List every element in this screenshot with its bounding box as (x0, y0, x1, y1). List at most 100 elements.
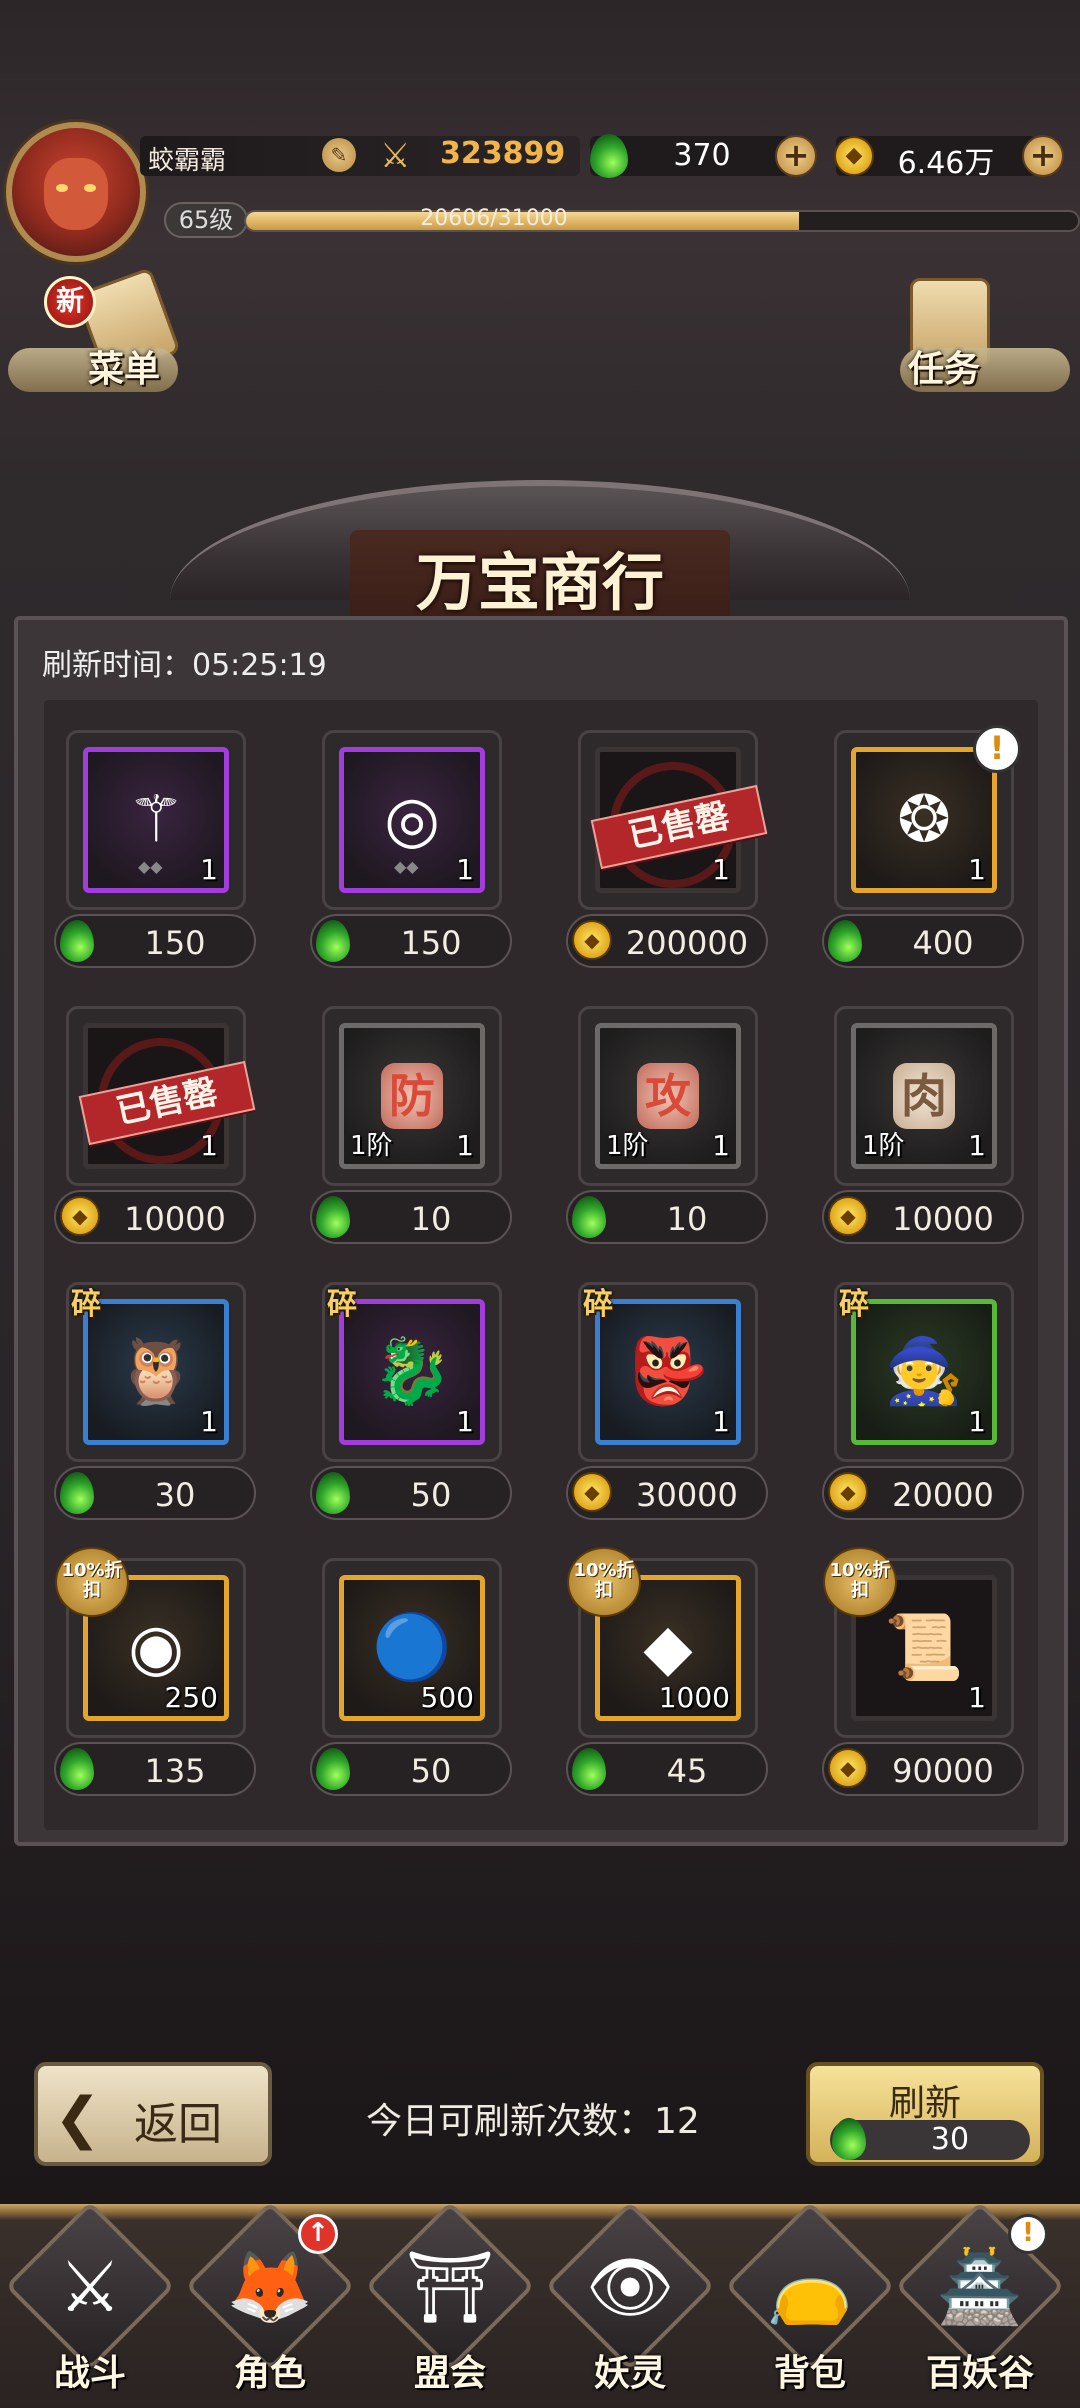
refresh-button[interactable]: 刷新 30 (806, 2062, 1044, 2166)
fragment-tag: 碎 (71, 1287, 101, 1322)
item-frame: ❂ 1 (851, 747, 997, 893)
jade-drop-shape (572, 1748, 606, 1790)
back-button[interactable]: ❮ 返回 (34, 2062, 272, 2166)
white-orb-icon: ◉ (128, 1611, 184, 1685)
item-price: 45 (666, 1752, 708, 1790)
jade-drop-shape (316, 920, 350, 962)
shop-item-attack-stone[interactable]: 攻 1 1阶 (578, 1006, 758, 1186)
item-quantity: 1 (968, 1129, 986, 1162)
discount-badge: 10%折扣 (823, 1547, 897, 1617)
attack-stone-icon: 攻 (637, 1063, 699, 1129)
item-price: 50 (410, 1752, 452, 1790)
gold-coin-icon: ◆ (828, 1472, 868, 1512)
item-price-tag[interactable]: 10 (310, 1190, 512, 1244)
item-price-tag[interactable]: ◆ 90000 (822, 1742, 1024, 1796)
jade-drop-shape (316, 1196, 350, 1238)
monster-shard-icon: 🦉 (116, 1335, 196, 1409)
shop-item-amulet[interactable]: ❂ 1! (834, 725, 1021, 910)
item-price-tag[interactable]: 150 (310, 914, 512, 968)
item-price-tag[interactable]: 150 (54, 914, 256, 968)
gold-coin-shape: ◆ (828, 1472, 868, 1512)
item-frame: 已售罄 1 (78, 1023, 256, 1169)
nav-label: 背包 (773, 2353, 846, 2394)
scroll-icon: 📜 (884, 1611, 964, 1685)
nav-spirit-icon: 👁 (585, 2246, 675, 2328)
item-frame: 🐉 1 (339, 1299, 485, 1445)
item-quantity: 1 (200, 853, 218, 886)
nav-guild[interactable]: ⛩ 盟会 (365, 2201, 535, 2406)
shop-item-scroll[interactable]: 📜 1 10%折扣 (823, 1547, 1014, 1738)
player-avatar[interactable] (6, 122, 146, 262)
shop-item-shard-owl[interactable]: 🦉 1 碎 (66, 1282, 246, 1462)
nav-valley[interactable]: 🏯 百妖谷! (895, 2201, 1065, 2406)
jade-drop-shape (60, 1472, 94, 1514)
fragment-tag: 碎 (839, 1287, 869, 1322)
discount-badge: 10%折扣 (567, 1547, 641, 1617)
jade-drop-shape (60, 1748, 94, 1790)
shop-item-white-orb[interactable]: ◉ 250 10%折扣 (55, 1547, 246, 1738)
item-price-tag[interactable]: 50 (310, 1466, 512, 1520)
item-tier: 1阶 (350, 1131, 393, 1161)
item-price-tag[interactable]: 45 (566, 1742, 768, 1796)
item-price-tag[interactable]: 30 (54, 1466, 256, 1520)
shop-item-ring[interactable]: ◎ ◆◆ 1 (322, 730, 502, 910)
defense-stone-icon: 防 (381, 1063, 443, 1129)
item-price-tag[interactable]: ◆ 30000 (566, 1466, 768, 1520)
avatar-face (44, 158, 108, 230)
shop-item-staff[interactable]: ⚚ ◆◆ 1 (66, 730, 246, 910)
item-price: 135 (144, 1752, 206, 1790)
item-price-tag[interactable]: ◆ 20000 (822, 1466, 1024, 1520)
item-price-tag[interactable]: 50 (310, 1742, 512, 1796)
nav-battle[interactable]: ⚔ 战斗 (5, 2201, 175, 2406)
add-gold-button[interactable]: + (1022, 135, 1064, 177)
back-arrow-icon: ❮ (54, 2086, 101, 2151)
jade-drop-icon (572, 1748, 606, 1794)
discount-badge: 10%折扣 (55, 1547, 129, 1617)
add-jade-button[interactable]: + (775, 135, 817, 177)
refresh-cost: 30 (830, 2118, 1030, 2160)
refresh-timer: 刷新时间：05:25:19 (42, 648, 327, 683)
edit-name-icon[interactable]: ✎ (322, 138, 356, 172)
item-frame: ⚚ ◆◆ 1 (83, 747, 229, 893)
shop-item-sold-item-2[interactable]: 已售罄 1 (66, 1006, 256, 1186)
shop-item-shard-dragon[interactable]: 🐉 1 碎 (322, 1282, 502, 1462)
nav-spirit[interactable]: 👁 妖灵 (545, 2201, 715, 2406)
player-level: 65级 (164, 202, 248, 238)
item-price: 50 (410, 1476, 452, 1514)
item-frame: 👺 1 (595, 1299, 741, 1445)
star-pips: ◆◆ (394, 857, 419, 876)
shop-item-body-stone[interactable]: 肉 1 1阶 (834, 1006, 1014, 1186)
item-price: 150 (144, 924, 206, 962)
shop-item-shard-twins[interactable]: 👺 1 碎 (578, 1282, 758, 1462)
nav-label: 战斗 (53, 2353, 126, 2394)
gold-amount: 6.46万 (897, 146, 995, 181)
item-price-tag[interactable]: 135 (54, 1742, 256, 1796)
jade-drop-shape (828, 920, 862, 962)
shop-item-defense-stone[interactable]: 防 1 1阶 (322, 1006, 502, 1186)
nav-badge: ! (1008, 2214, 1048, 2254)
body-stone-icon: 肉 (893, 1063, 955, 1129)
item-quantity: 1 (456, 1405, 474, 1438)
shop-item-shard-witch[interactable]: 🧙 1 碎 (834, 1282, 1014, 1462)
item-price-tag[interactable]: 400 (822, 914, 1024, 968)
item-tier: 1阶 (862, 1131, 905, 1161)
item-price-tag[interactable]: 10 (566, 1190, 768, 1244)
nav-bag[interactable]: 👝 背包 (725, 2201, 895, 2406)
item-price: 10000 (892, 1200, 994, 1238)
item-price-tag[interactable]: ◆ 10000 (822, 1190, 1024, 1244)
shop-item-blue-flame[interactable]: 🔵 500 (322, 1558, 502, 1738)
xp-text: 20606/31000 (420, 206, 568, 231)
item-price-tag[interactable]: ◆ 200000 (566, 914, 768, 968)
shop-item-ore[interactable]: ◆ 1000 10%折扣 (567, 1547, 758, 1738)
task-button[interactable]: 任务 (900, 272, 1070, 392)
nav-bag-icon: 👝 (766, 2246, 854, 2328)
nav-role[interactable]: 🦊 角色 ↑ (185, 2201, 355, 2406)
item-frame: 🔵 500 (339, 1575, 485, 1721)
item-frame: 已售罄 1 (590, 747, 768, 893)
jade-drop-icon (832, 2118, 866, 2160)
shop-item-sold-item-1[interactable]: 已售罄 1 (578, 730, 768, 910)
nav-role-icon: 🦊 (226, 2246, 314, 2328)
fragment-tag: 碎 (327, 1287, 357, 1322)
item-price-tag[interactable]: ◆ 10000 (54, 1190, 256, 1244)
ore-icon: ◆ (643, 1611, 693, 1685)
